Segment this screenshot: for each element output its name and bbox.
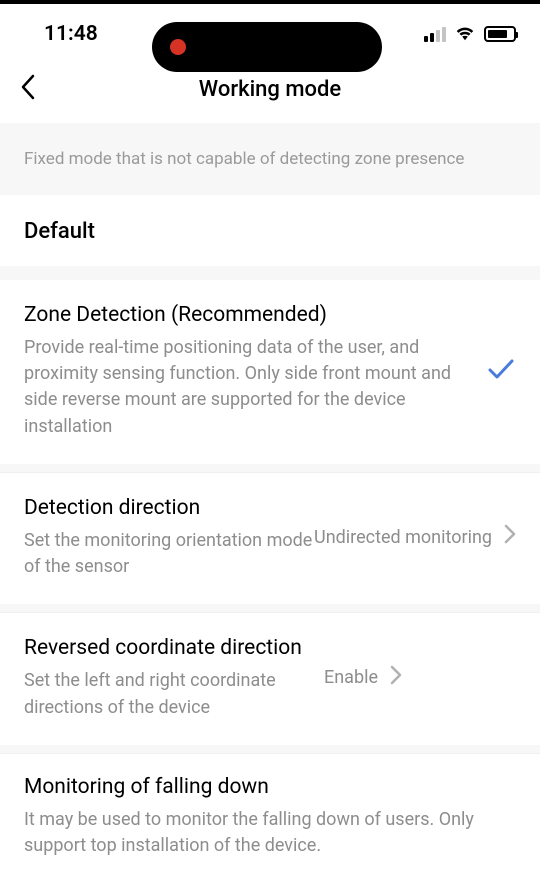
zone-detection-row[interactable]: Zone Detection (Recommended) Provide rea… <box>0 280 540 464</box>
chevron-right-icon <box>504 524 516 550</box>
back-button[interactable] <box>20 74 36 105</box>
page-title: Working mode <box>0 77 540 102</box>
reversed-coordinate-row[interactable]: Reversed coordinate direction Set the le… <box>0 613 540 744</box>
zone-detection-desc: Provide real-time positioning data of th… <box>24 335 474 439</box>
detection-direction-desc: Set the monitoring orientation mode of t… <box>24 528 314 580</box>
recording-indicator-icon <box>170 39 186 55</box>
reversed-coordinate-title: Reversed coordinate direction <box>24 635 324 662</box>
section-gap <box>0 266 540 280</box>
chevron-right-icon <box>390 665 402 691</box>
status-icons <box>424 23 516 45</box>
section-gap <box>0 464 540 472</box>
status-bar: 11:48 <box>0 4 540 64</box>
detection-direction-value: Undirected monitoring <box>314 527 492 548</box>
section-gap <box>0 604 540 612</box>
reversed-coordinate-desc: Set the left and right coordinate direct… <box>24 668 324 720</box>
detection-direction-title: Detection direction <box>24 495 314 522</box>
zone-detection-title: Zone Detection (Recommended) <box>24 302 474 329</box>
falling-down-row[interactable]: Monitoring of falling down It may be use… <box>0 754 540 871</box>
info-banner: Fixed mode that is not capable of detect… <box>0 123 540 195</box>
battery-icon <box>484 26 516 42</box>
checkmark-icon <box>486 357 516 385</box>
section-gap <box>0 745 540 753</box>
reversed-coordinate-value: Enable <box>324 667 378 688</box>
falling-down-desc: It may be used to monitor the falling do… <box>24 807 516 859</box>
cellular-signal-icon <box>424 27 446 42</box>
wifi-icon <box>454 23 476 45</box>
nav-header: Working mode <box>0 64 540 123</box>
detection-direction-row[interactable]: Detection direction Set the monitoring o… <box>0 473 540 604</box>
default-mode-row[interactable]: Default <box>0 195 540 266</box>
status-time: 11:48 <box>44 22 98 46</box>
falling-down-title: Monitoring of falling down <box>24 774 516 801</box>
